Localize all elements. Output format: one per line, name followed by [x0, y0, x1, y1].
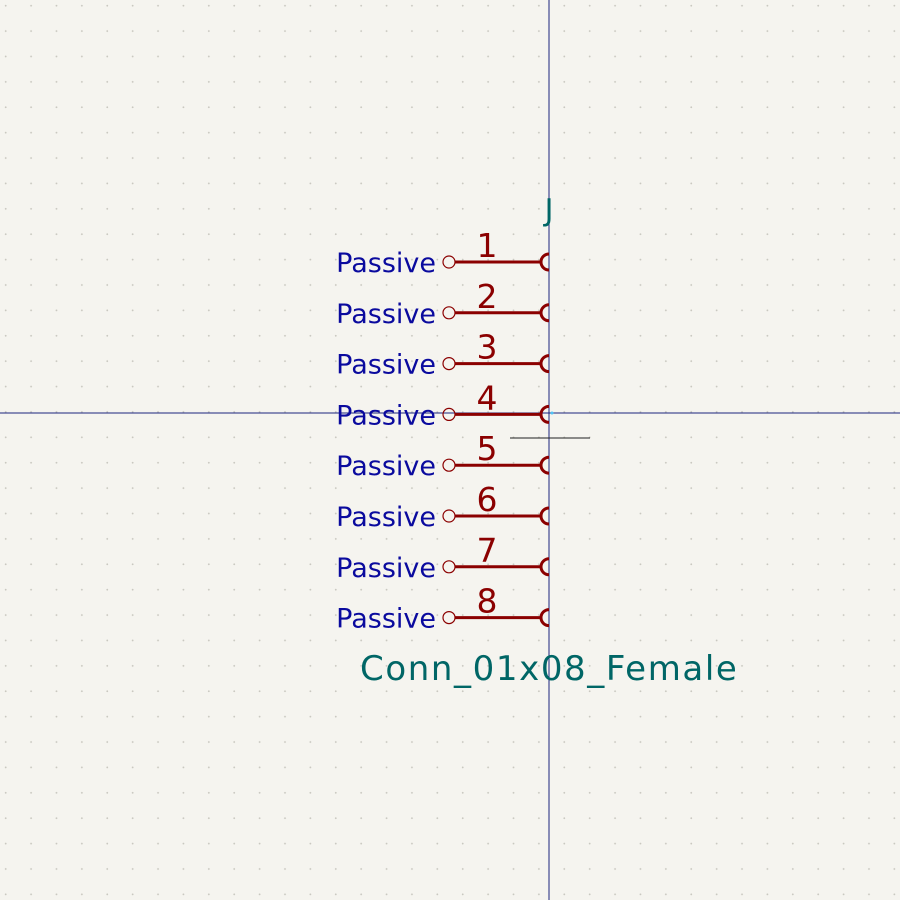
pin-number: 4 [477, 378, 498, 417]
socket-arc [539, 303, 550, 323]
pin-5[interactable]: 5 Passive [336, 429, 550, 482]
pin-connection-point [442, 458, 456, 472]
reference-field[interactable]: J [543, 193, 554, 228]
pin-connection-point [442, 306, 456, 320]
pin-number: 7 [477, 531, 498, 570]
socket-arc [539, 404, 550, 424]
socket-arc [539, 252, 550, 272]
pin-list: 1 Passive 2 Passive 3 Passive 4 Passive 5 Passive… [336, 226, 550, 635]
pin-connection-point [442, 357, 456, 371]
pin-4[interactable]: 4 Passive [336, 378, 550, 431]
pin-number: 6 [477, 480, 498, 519]
pin-electrical-type: Passive [336, 451, 436, 482]
pin-3[interactable]: 3 Passive [336, 328, 550, 381]
pin-1[interactable]: 1 Passive [336, 226, 550, 279]
schematic-canvas[interactable]: 1 Passive 2 Passive 3 Passive 4 Passive 5 Passive… [0, 0, 900, 900]
pin-number: 8 [477, 582, 498, 621]
pin-electrical-type: Passive [336, 299, 436, 330]
pin-6[interactable]: 6 Passive [336, 480, 550, 533]
value-field[interactable]: Conn_01x08_Female [360, 649, 738, 689]
pin-number: 1 [477, 226, 498, 265]
pin-connection-point [442, 560, 456, 574]
pin-8[interactable]: 8 Passive [336, 582, 550, 635]
socket-arc [539, 557, 550, 577]
pin-electrical-type: Passive [336, 502, 436, 533]
pin-7[interactable]: 7 Passive [336, 531, 550, 584]
pin-connection-point [442, 407, 456, 421]
symbol-editor-drawing[interactable]: 1 Passive 2 Passive 3 Passive 4 Passive 5 Passive… [0, 0, 900, 900]
pin-connection-point [442, 509, 456, 523]
pin-2[interactable]: 2 Passive [336, 277, 550, 330]
pin-number: 3 [477, 328, 498, 367]
pin-electrical-type: Passive [336, 553, 436, 584]
origin-marker [550, 411, 554, 415]
pin-number: 5 [477, 429, 498, 468]
pin-electrical-type: Passive [336, 248, 436, 279]
pin-connection-point [442, 255, 456, 269]
socket-arc [539, 354, 550, 374]
pin-electrical-type: Passive [336, 350, 436, 381]
socket-arc [539, 455, 550, 475]
pin-electrical-type: Passive [336, 604, 436, 635]
pin-connection-point [442, 610, 456, 625]
socket-arc [539, 608, 550, 628]
socket-arc [539, 506, 550, 526]
pin-electrical-type: Passive [336, 400, 436, 431]
pin-number: 2 [477, 277, 498, 316]
